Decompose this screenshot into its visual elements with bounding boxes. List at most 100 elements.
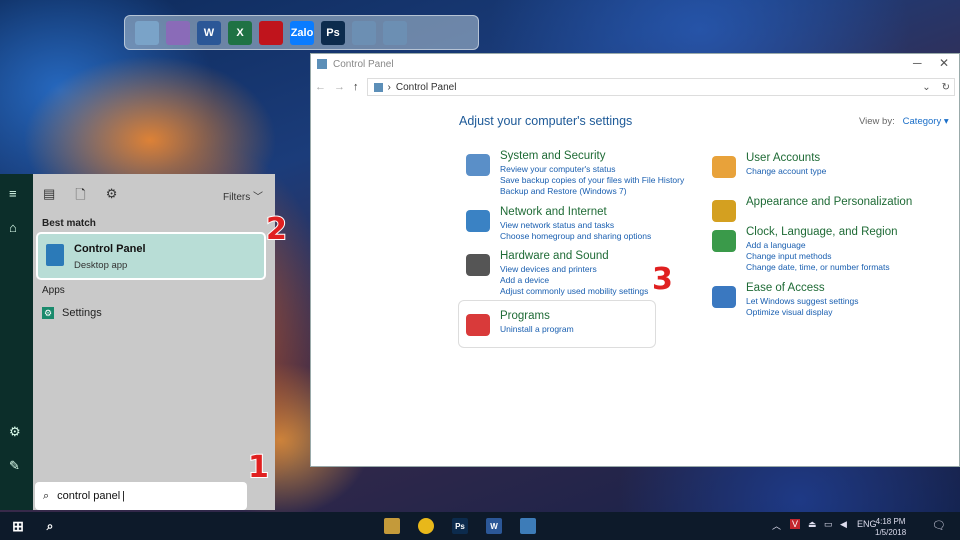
battery-icon[interactable]: ▭ [824, 519, 833, 530]
category-title[interactable]: User Accounts [746, 152, 826, 164]
search-icon: ⌕ [43, 489, 50, 502]
category-link[interactable]: Review your computer's status [500, 164, 684, 175]
feedback-icon[interactable]: ✎ [9, 458, 20, 474]
category-link[interactable]: Optimize visual display [746, 307, 858, 318]
category-link[interactable]: Let Windows suggest settings [746, 296, 858, 307]
category-title[interactable]: Hardware and Sound [500, 250, 648, 262]
app-item-settings[interactable]: ⚙ Settings [42, 307, 102, 319]
usb-icon[interactable]: ⏏ [808, 519, 817, 530]
category-clock-language-and-region: Clock, Language, and Region Add a languag… [709, 226, 898, 273]
chevron-down-icon[interactable]: ▾ [944, 116, 949, 127]
vivaldi-icon[interactable]: V [790, 519, 801, 529]
network-globe-icon[interactable] [463, 206, 493, 236]
control-panel-icon [46, 244, 64, 266]
up-icon[interactable]: ↑ [353, 81, 359, 93]
category-title[interactable]: System and Security [500, 150, 684, 162]
step-marker-2: 2 [265, 211, 288, 248]
garena-icon[interactable] [259, 20, 283, 45]
hamburger-icon[interactable]: ≡ [9, 186, 17, 201]
category-title[interactable]: Network and Internet [500, 206, 651, 218]
refresh-icon[interactable]: ↻ [942, 82, 950, 93]
filters-button[interactable]: Filters ﹀ [223, 188, 263, 203]
volume-icon[interactable]: ◀ [840, 519, 847, 530]
chevron-up-icon[interactable]: ︿ [772, 519, 781, 532]
category-link[interactable]: View devices and printers [500, 264, 648, 275]
apps-filter-icon[interactable]: ▤ [43, 186, 55, 208]
clock-time: 4:18 PM [875, 517, 906, 526]
minimize-icon[interactable]: ─ [913, 56, 922, 70]
app-dock: W X Zalo Ps [124, 15, 479, 50]
photoshop-icon[interactable]: Ps [321, 20, 345, 45]
address-bar[interactable]: › Control Panel ⌄ ↻ [366, 78, 955, 96]
word-icon[interactable]: W [486, 518, 502, 534]
category-link[interactable]: Choose homegroup and sharing options [500, 231, 651, 242]
notifications-icon[interactable]: 🗨 [932, 519, 946, 532]
printer-icon[interactable] [463, 250, 493, 280]
view-by-dropdown[interactable]: Category [903, 116, 942, 127]
clock[interactable]: 4:18 PM 1/5/2018 [875, 516, 906, 538]
category-title[interactable]: Clock, Language, and Region [746, 226, 898, 238]
computer-icon[interactable] [135, 20, 159, 45]
start-menu: ▤ 🗋 ⚙ Filters ﹀ Best match Control Panel… [33, 174, 275, 510]
category-title[interactable]: Programs [500, 310, 574, 322]
chevron-down-icon: ﹀ [253, 192, 263, 203]
clock-date: 1/5/2018 [875, 528, 907, 537]
category-link[interactable]: Change input methods [746, 251, 898, 262]
category-hardware-and-sound: Hardware and Sound View devices and print… [463, 250, 648, 297]
programs-icon[interactable] [463, 310, 493, 340]
home-icon[interactable]: ⌂ [9, 220, 17, 235]
control-panel-icon [373, 82, 383, 92]
folder-icon[interactable] [383, 20, 407, 45]
category-link[interactable]: Adjust commonly used mobility settings [500, 286, 648, 297]
language-indicator[interactable]: ENG [857, 519, 877, 529]
chevron-down-icon[interactable]: ⌄ [922, 82, 930, 93]
documents-filter-icon[interactable]: 🗋 [75, 186, 85, 208]
taskbar: ⊞ ⌕ Ps W ︿ V ⏏ ▭ ◀ ENG 4:18 PM 1/5/2018 … [0, 512, 960, 540]
chrome-icon[interactable] [418, 518, 434, 534]
forward-icon[interactable]: → [334, 81, 345, 93]
best-match-control-panel[interactable]: Control Panel Desktop app [36, 232, 266, 280]
view-by: View by: Category ▾ [859, 116, 949, 127]
category-programs: Programs Uninstall a program [463, 310, 574, 340]
category-link[interactable]: Uninstall a program [500, 324, 574, 335]
control-panel-icon [317, 59, 327, 69]
security-shield-icon[interactable] [463, 150, 493, 180]
gear-icon[interactable]: ⚙ [9, 424, 21, 440]
zalo-icon[interactable]: Zalo [290, 20, 314, 45]
filters-label: Filters [222, 192, 251, 203]
windows-start-icon[interactable]: ⊞ [10, 518, 26, 534]
excel-icon[interactable]: X [228, 20, 252, 45]
folder-icon[interactable] [352, 20, 376, 45]
category-link[interactable]: Change account type [746, 166, 826, 177]
category-network-and-internet: Network and Internet View network status … [463, 206, 651, 242]
category-link[interactable]: Save backup copies of your files with Fi… [500, 175, 684, 186]
window-titlebar: Control Panel [311, 54, 959, 74]
best-match-heading: Best match [42, 218, 96, 229]
control-panel-icon[interactable] [520, 518, 536, 534]
paintbrush-icon[interactable] [709, 196, 739, 226]
category-appearance-and-personalization: Appearance and Personalization [709, 196, 912, 226]
user-icon[interactable] [709, 152, 739, 182]
search-icon[interactable]: ⌕ [42, 518, 58, 534]
photoshop-icon[interactable]: Ps [452, 518, 468, 534]
close-icon[interactable]: ✕ [939, 56, 949, 70]
recycle-bin-icon[interactable] [166, 20, 190, 45]
clock-icon[interactable] [709, 226, 739, 256]
step-marker-1: 1 [247, 449, 270, 486]
category-link[interactable]: Backup and Restore (Windows 7) [500, 186, 684, 197]
accessibility-icon[interactable] [709, 282, 739, 312]
category-title[interactable]: Ease of Access [746, 282, 858, 294]
category-link[interactable]: View network status and tasks [500, 220, 651, 231]
start-rail: ≡ ⌂ ⚙ ✎ [0, 174, 33, 510]
category-link[interactable]: Change date, time, or number formats [746, 262, 898, 273]
settings-filter-icon[interactable]: ⚙ [106, 186, 118, 208]
category-link[interactable]: Add a device [500, 275, 648, 286]
category-link[interactable]: Add a language [746, 240, 898, 251]
search-input[interactable]: ⌕ control panel | [35, 482, 247, 510]
file-explorer-icon[interactable] [384, 518, 400, 534]
back-icon[interactable]: ← [315, 81, 326, 93]
word-icon[interactable]: W [197, 20, 221, 45]
apps-heading: Apps [42, 285, 65, 296]
category-title[interactable]: Appearance and Personalization [746, 196, 912, 208]
category-system-and-security: System and Security Review your computer'… [463, 150, 684, 197]
